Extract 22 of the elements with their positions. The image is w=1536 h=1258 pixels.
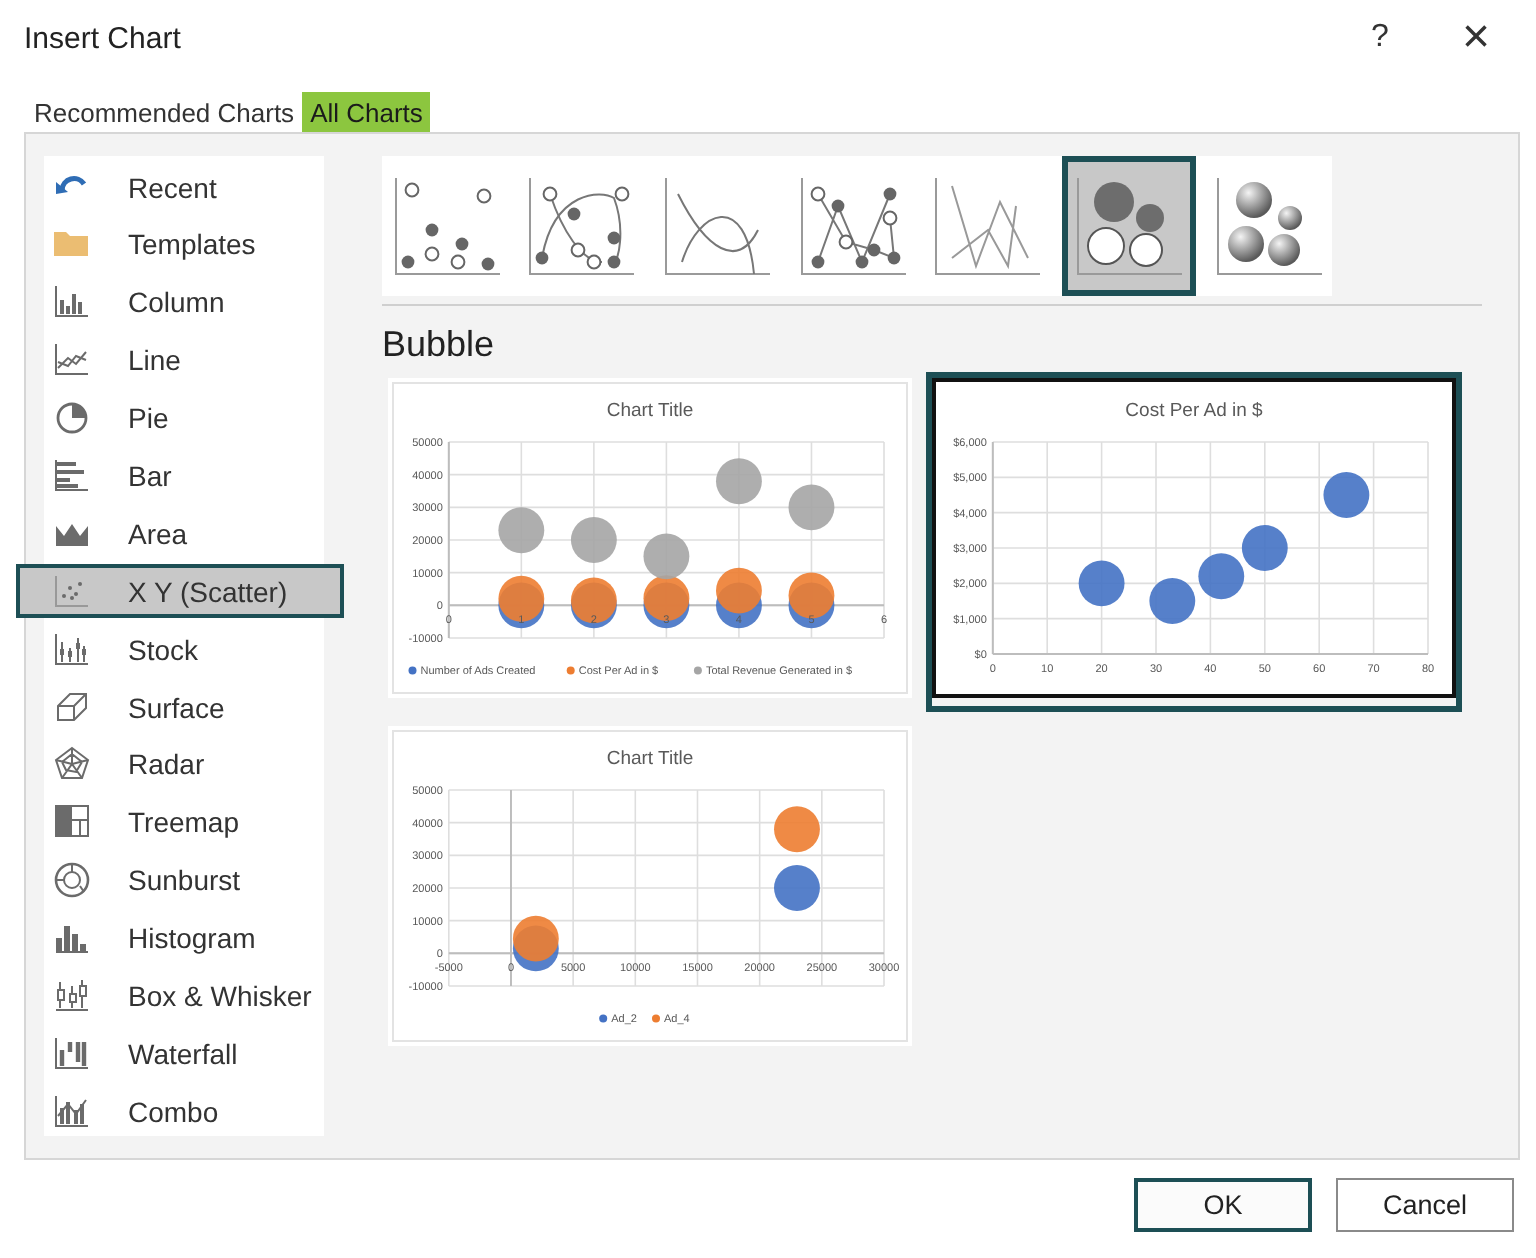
chart-title: Chart Title [606,748,694,770]
chart-type-label: Combo [128,1095,219,1128]
chart-type-label: Treemap [128,806,240,839]
chart-type-label: Sunburst [128,864,241,897]
chart-type-label: Column [128,286,225,319]
chart-type-label: Radar [128,748,205,781]
chart-type-label: Surface [128,691,225,724]
chart-type-label: Recent [128,171,217,203]
chart-type-label: Area [128,517,188,550]
chart-type-label: Templates [128,228,256,261]
chart-type-label: Histogram [128,922,256,955]
chart-type-label: Bar [128,459,172,492]
chart-type-label: Box & Whisker [128,979,312,1012]
window-title: Insert Chart [24,21,183,55]
chart-title: Cost Per Ad in $ [1125,400,1263,422]
chart-title: Chart Title [606,400,694,422]
chart-type-label: Line [128,344,181,377]
chart-type-label: Stock [128,633,199,666]
subtype-heading: Bubble [382,324,497,366]
chart-type-label: Pie [128,402,169,435]
chart-type-label: Waterfall [128,1037,238,1070]
chart-type-label: X Y (Scatter) [128,575,288,608]
